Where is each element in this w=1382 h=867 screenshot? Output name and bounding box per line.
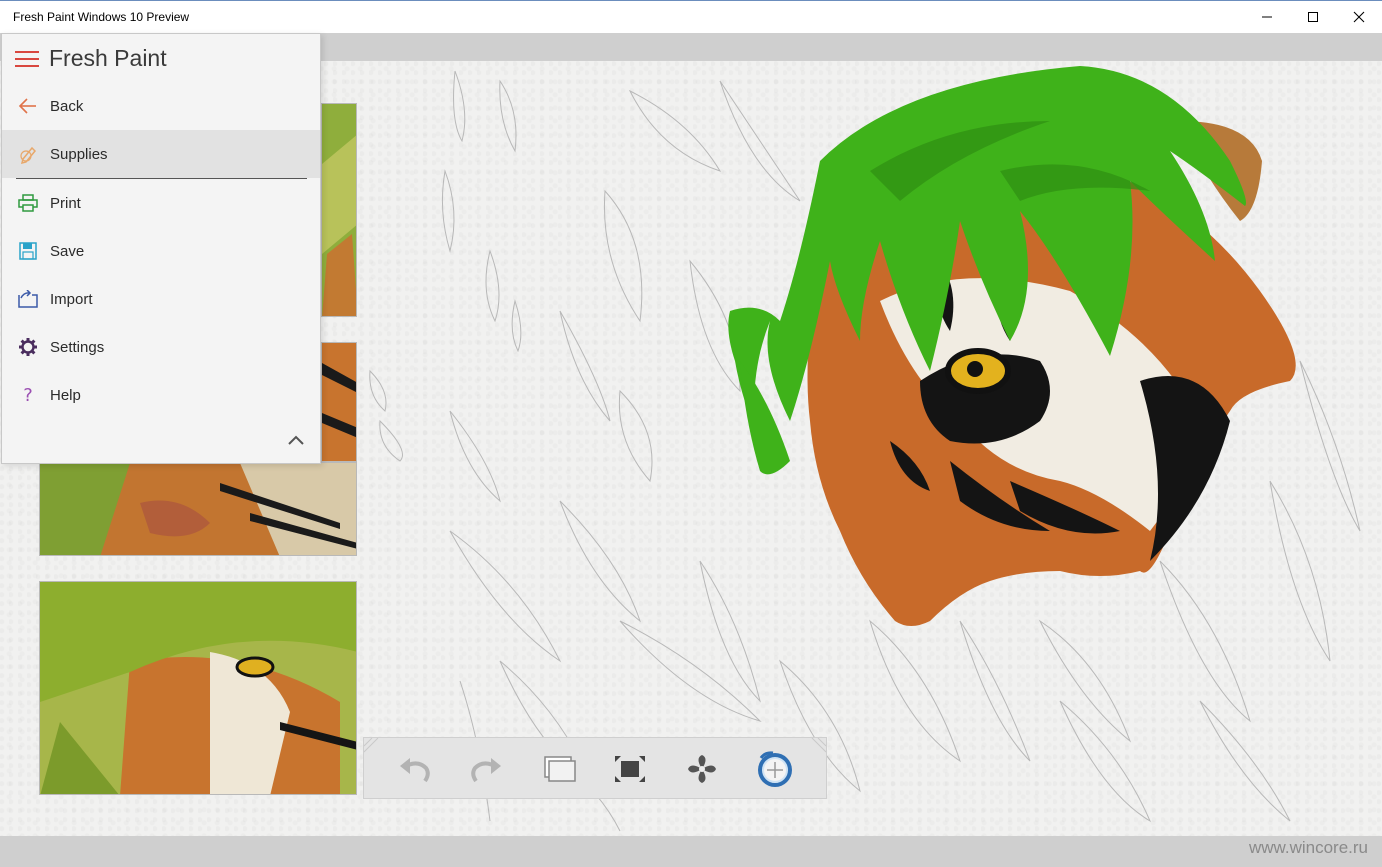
layers-icon bbox=[544, 756, 576, 782]
nav-item-settings[interactable]: Settings bbox=[2, 323, 320, 371]
redo-icon bbox=[471, 758, 501, 783]
nav-item-label: Save bbox=[50, 242, 85, 260]
reference-image-3[interactable] bbox=[39, 581, 357, 795]
nav-item-back[interactable]: Back bbox=[2, 82, 320, 130]
fit-to-screen-icon bbox=[615, 756, 645, 782]
app-title: Fresh Paint bbox=[49, 45, 167, 71]
close-button[interactable] bbox=[1336, 1, 1382, 33]
collapse-pane-button[interactable] bbox=[285, 429, 307, 451]
hamburger-menu-button[interactable] bbox=[13, 48, 41, 70]
watermark-text: www.wincore.ru bbox=[1248, 838, 1368, 857]
nav-item-label: Back bbox=[50, 97, 84, 115]
undo-icon bbox=[400, 758, 430, 783]
minimize-button[interactable] bbox=[1244, 1, 1290, 33]
pencil-icon bbox=[17, 143, 39, 165]
nav-item-label: Supplies bbox=[50, 145, 108, 163]
hamburger-icon-line bbox=[15, 58, 39, 60]
color-picker-button[interactable] bbox=[755, 750, 795, 788]
nav-item-supplies[interactable]: Supplies bbox=[2, 130, 320, 178]
nav-item-label: Settings bbox=[50, 338, 105, 356]
nav-item-save[interactable]: Save bbox=[2, 227, 320, 275]
minimize-icon bbox=[1262, 16, 1272, 18]
close-icon bbox=[1353, 11, 1365, 23]
nav-item-label: Print bbox=[50, 194, 81, 212]
canvas-toolbar bbox=[363, 737, 827, 799]
hamburger-icon-line bbox=[15, 65, 39, 67]
gear-icon bbox=[17, 336, 39, 358]
color-picker-icon bbox=[758, 751, 792, 787]
question-icon: ? bbox=[23, 384, 33, 406]
floppy-disk-icon bbox=[17, 240, 39, 262]
maximize-icon bbox=[1308, 12, 1318, 22]
maximize-button[interactable] bbox=[1290, 1, 1336, 33]
nav-item-label: Help bbox=[50, 386, 81, 404]
fit-to-screen-button[interactable] bbox=[610, 750, 650, 788]
import-icon bbox=[17, 288, 39, 310]
reference-image-2-top[interactable] bbox=[321, 342, 357, 462]
printer-icon bbox=[17, 192, 39, 214]
reference-image-1[interactable] bbox=[321, 103, 357, 317]
navigation-pane: Fresh Paint Back Supplies Print Save Imp… bbox=[1, 33, 321, 464]
undo-button[interactable] bbox=[395, 750, 435, 788]
nav-item-help[interactable]: ? Help bbox=[2, 371, 320, 419]
title-bar: Fresh Paint Windows 10 Preview bbox=[0, 0, 1382, 33]
bottom-strip bbox=[0, 836, 1382, 867]
fan-dry-icon bbox=[688, 755, 716, 783]
chevron-up-icon bbox=[288, 435, 304, 445]
nav-item-print[interactable]: Print bbox=[2, 179, 320, 227]
window-title: Fresh Paint Windows 10 Preview bbox=[13, 10, 190, 24]
nav-item-label: Import bbox=[50, 290, 93, 308]
reference-image-2[interactable] bbox=[39, 462, 357, 556]
fan-dry-button[interactable] bbox=[682, 750, 722, 788]
hamburger-icon-line bbox=[15, 51, 39, 53]
pane-header: Fresh Paint bbox=[2, 34, 320, 84]
arrow-left-icon bbox=[17, 95, 39, 117]
nav-item-import[interactable]: Import bbox=[2, 275, 320, 323]
layers-button[interactable] bbox=[539, 750, 579, 788]
redo-button[interactable] bbox=[466, 750, 506, 788]
